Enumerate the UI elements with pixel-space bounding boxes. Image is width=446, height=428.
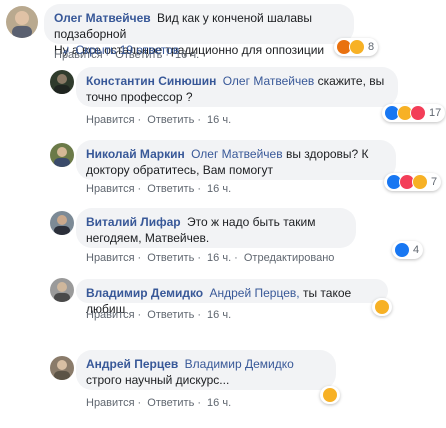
like-link[interactable]: Нравится [86,252,135,264]
comment-actions: Нравится · Ответить · 16 ч. [86,183,232,195]
comment-author[interactable]: Олег Матвейчев [54,11,151,25]
like-link[interactable]: Нравится [86,183,135,195]
reaction-summary[interactable]: 7 [384,173,442,191]
comment-bubble: Олег Матвейчев Вид как у конченой шалавы… [44,4,354,57]
comment-actions: Нравится · Ответить · 16 ч. [86,397,232,409]
comment-actions: Нравится · Ответить · 16 ч. [86,309,232,321]
timestamp[interactable]: 16 ч. [207,114,231,126]
avatar[interactable] [6,6,38,38]
avatar[interactable] [50,211,74,235]
mention-link[interactable]: Владимир Демидко [185,357,294,371]
comment-actions: Нравится · Ответить · 16 ч. [86,114,232,126]
comment-text: строго научный дискурс... [86,373,230,387]
comment-author[interactable]: Николай Маркин [86,147,185,161]
reaction-count: 8 [368,41,375,53]
mention-link[interactable]: Олег Матвейчев [223,74,315,88]
timestamp[interactable]: 16 ч. [207,252,231,264]
comment-bubble: Виталий Лифар Это ж надо быть таким него… [76,208,356,248]
comment-bubble: Константин Синюшин Олег Матвейчев скажит… [76,67,398,107]
timestamp[interactable]: 16 ч. [207,183,231,195]
comment-author[interactable]: Виталий Лифар [86,215,181,229]
sad-icon [349,39,365,55]
reaction-summary[interactable] [372,298,392,316]
love-icon [410,105,426,121]
reaction-count: 4 [413,244,420,256]
avatar[interactable] [50,278,74,302]
reaction-count: 7 [431,176,438,188]
reply-link[interactable]: Ответить [147,183,194,195]
like-link[interactable]: Нравится [86,309,135,321]
timestamp[interactable]: 16 ч. [207,309,231,321]
avatar[interactable] [50,356,74,380]
reaction-summary[interactable]: 8 [334,38,379,56]
reply-link[interactable]: Ответить [147,397,194,409]
mention-link[interactable]: Олег Матвейчев [191,147,283,161]
comment-actions: Нравится · Ответить · 16 ч. · Отредактирова… [86,252,335,264]
hide-replies-label: Скрыть 19 ответов [75,43,180,57]
mention-link[interactable]: Андрей Перцев, [209,286,299,300]
reply-link[interactable]: Ответить [147,114,194,126]
chevron-up-icon: ↲ [62,46,71,57]
like-link[interactable]: Нравится [86,114,135,126]
reaction-summary[interactable]: 17 [382,104,446,122]
comment-author[interactable]: Андрей Перцев [86,357,178,371]
comment-bubble: Николай Маркин Олег Матвейчев вы здоровы… [76,140,396,180]
reply-link[interactable]: Ответить [147,252,194,264]
reaction-summary[interactable]: 4 [392,241,424,259]
haha-icon [322,387,338,403]
comment-author[interactable]: Константин Синюшин [86,74,216,88]
haha-icon [412,174,428,190]
sad-icon [374,299,390,315]
comment-author[interactable]: Владимир Демидко [86,286,203,300]
reaction-count: 17 [429,107,442,119]
comment-bubble: Андрей Перцев Владимир Демидко строго на… [76,350,336,390]
timestamp[interactable]: 16 ч. [207,397,231,409]
like-icon [394,242,410,258]
avatar[interactable] [50,70,74,94]
reply-link[interactable]: Ответить [147,309,194,321]
hide-replies-toggle[interactable]: ↲ Скрыть 19 ответов [62,43,179,57]
like-link[interactable]: Нравится [86,397,135,409]
avatar[interactable] [50,143,74,167]
comment-bubble: Владимир Демидко Андрей Перцев, ты такое… [76,279,388,316]
reaction-summary[interactable] [320,386,340,404]
edited-label[interactable]: Отредактировано [244,252,335,264]
